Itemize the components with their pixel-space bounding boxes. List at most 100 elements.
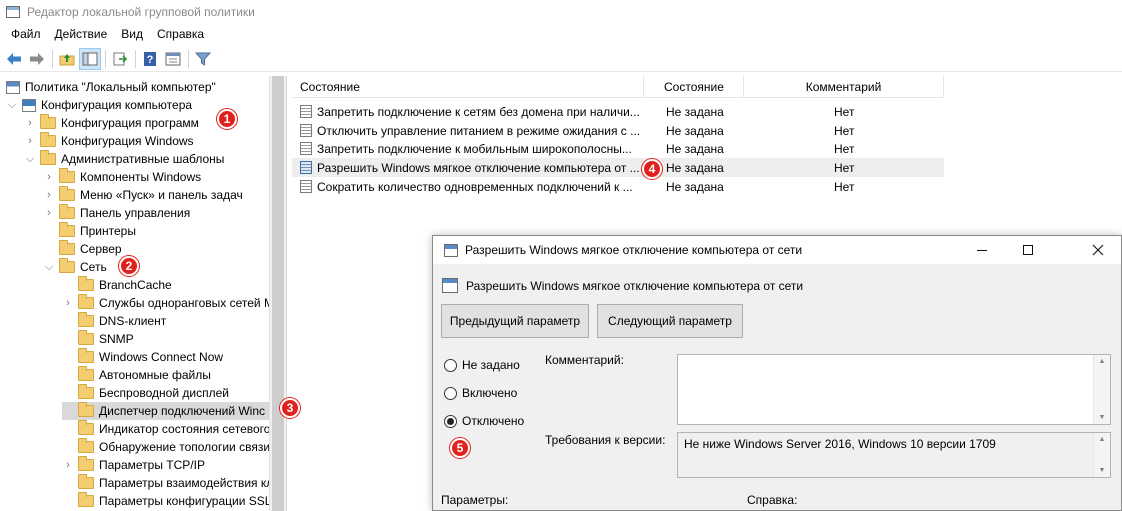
scroll-down-icon[interactable]: ▼: [1099, 414, 1106, 421]
column-header-setting[interactable]: Состояние: [292, 76, 644, 98]
comment-textarea[interactable]: ▲ ▼: [677, 354, 1111, 425]
chevron-right-icon[interactable]: ›: [43, 207, 55, 219]
tree-item-label: Автономные файлы: [99, 368, 211, 382]
requirements-field: Не ниже Windows Server 2016, Windows 10 …: [677, 432, 1111, 478]
filter-icon[interactable]: [192, 48, 214, 70]
scroll-down-icon[interactable]: ▼: [1099, 467, 1106, 474]
tree-item-wireless-display[interactable]: Беспроводной дисплей: [62, 384, 229, 402]
chevron-down-icon[interactable]: ⌵: [43, 261, 55, 273]
tree-item-network-status[interactable]: Индикатор состояния сетевого: [62, 420, 270, 438]
tree-item-connection-manager[interactable]: Диспетчер подключений Winc: [62, 402, 270, 420]
chevron-right-icon[interactable]: ›: [43, 189, 55, 201]
chevron-right-icon[interactable]: ›: [62, 459, 74, 471]
menu-action[interactable]: Действие: [48, 27, 115, 41]
policy-comment: Нет: [834, 104, 855, 119]
tree-item-ssl-config[interactable]: Параметры конфигурации SSL: [62, 492, 271, 510]
folder-icon: [78, 402, 94, 417]
forward-arrow-icon[interactable]: [26, 48, 48, 70]
scroll-up-icon[interactable]: ▲: [1099, 358, 1106, 365]
step-marker-3: 3: [280, 398, 300, 418]
tree-item-label: Службы одноранговых сетей M: [99, 296, 274, 310]
tree-item-label: Сеть: [80, 260, 107, 274]
tree-item-branchcache[interactable]: BranchCache: [62, 276, 172, 294]
chevron-down-icon[interactable]: ⌵: [24, 153, 36, 165]
tree-item-tcpip[interactable]: › Параметры TCP/IP: [62, 456, 205, 474]
tree-item-windows-connect-now[interactable]: Windows Connect Now: [62, 348, 223, 366]
tree-scrollbar[interactable]: [269, 76, 286, 511]
toolbar-separator: [188, 49, 189, 68]
tree-item-label: Компоненты Windows: [80, 170, 202, 184]
menu-file[interactable]: Файл: [4, 27, 48, 41]
radio-button-selected[interactable]: [444, 414, 457, 428]
tree-item-windows-components[interactable]: › Компоненты Windows: [43, 168, 201, 186]
scroll-up-icon[interactable]: ▲: [1099, 436, 1106, 443]
next-setting-button[interactable]: Следующий параметр: [597, 304, 743, 338]
tree-item-label: Сервер: [80, 242, 122, 256]
minimize-icon[interactable]: [959, 236, 1005, 264]
folder-icon: [59, 240, 75, 255]
back-arrow-icon[interactable]: [3, 48, 25, 70]
tree-root[interactable]: Политика "Локальный компьютер": [6, 78, 216, 96]
tree-item-network[interactable]: ⌵ Сеть: [43, 258, 107, 276]
chevron-right-icon[interactable]: ›: [62, 297, 74, 309]
radio-disabled[interactable]: Отключено: [444, 414, 524, 428]
tree-scrollbar-thumb[interactable]: [272, 76, 284, 511]
tree-item-printers[interactable]: Принтеры: [43, 222, 136, 240]
chevron-right-icon[interactable]: ›: [24, 117, 36, 129]
radio-button[interactable]: [444, 386, 457, 400]
show-hide-tree-icon[interactable]: [79, 47, 101, 70]
tree-item-software-config[interactable]: › Конфигурация программ: [24, 114, 199, 132]
comment-scrollbar[interactable]: ▲ ▼: [1093, 355, 1110, 424]
list-row[interactable]: Разрешить Windows мягкое отключение комп…: [292, 158, 944, 177]
help-icon[interactable]: ?: [139, 48, 161, 70]
folder-icon: [78, 276, 94, 291]
policy-setting-icon: [300, 124, 312, 137]
export-list-icon[interactable]: [109, 48, 131, 70]
maximize-icon[interactable]: [1005, 236, 1051, 264]
tree-item-control-panel[interactable]: › Панель управления: [43, 204, 190, 222]
tree-item-offline-files[interactable]: Автономные файлы: [62, 366, 211, 384]
list-row[interactable]: Отключить управление питанием в режиме о…: [292, 121, 944, 140]
folder-icon: [78, 474, 94, 489]
dialog-title-bar: Разрешить Windows мягкое отключение комп…: [433, 236, 1121, 264]
tree-item-server[interactable]: Сервер: [43, 240, 122, 258]
tree-item-label: Индикатор состояния сетевого: [99, 422, 271, 436]
tree-item-admin-templates[interactable]: ⌵ Административные шаблоны: [24, 150, 224, 168]
policy-comment: Нет: [834, 141, 855, 156]
tree-item-label: Административные шаблоны: [61, 152, 225, 166]
radio-enabled[interactable]: Включено: [444, 386, 517, 400]
close-icon[interactable]: [1075, 236, 1121, 264]
tree-item-label: Конфигурация Windows: [61, 134, 194, 148]
up-folder-icon[interactable]: [56, 48, 78, 70]
policy-state: Не задана: [666, 160, 724, 175]
radio-not-configured[interactable]: Не задано: [444, 358, 520, 372]
menu-view[interactable]: Вид: [114, 27, 150, 41]
properties-icon[interactable]: [162, 48, 184, 70]
comment-label: Комментарий:: [545, 353, 624, 367]
policy-state: Не задана: [666, 123, 724, 138]
tree-item-label: DNS-клиент: [99, 314, 167, 328]
list-row[interactable]: Запретить подключение к сетям без домена…: [292, 102, 944, 121]
tree-item-start-menu[interactable]: › Меню «Пуск» и панель задач: [43, 186, 243, 204]
tree-item-windows-config[interactable]: › Конфигурация Windows: [24, 132, 194, 150]
column-header-state[interactable]: Состояние: [644, 76, 744, 98]
tree-item-peer-networking[interactable]: › Службы одноранговых сетей M: [62, 294, 274, 312]
tree-item-label: Параметры конфигурации SSL: [99, 494, 272, 508]
tree-item-interaction-params[interactable]: Параметры взаимодействия кл: [62, 474, 273, 492]
column-header-comment[interactable]: Комментарий: [744, 76, 944, 98]
step-marker-4: 4: [642, 159, 662, 179]
previous-setting-button[interactable]: Предыдущий параметр: [441, 304, 589, 338]
list-row[interactable]: Сократить количество одновременных подкл…: [292, 177, 944, 196]
chevron-right-icon[interactable]: ›: [43, 171, 55, 183]
radio-button[interactable]: [444, 358, 457, 372]
tree-item-snmp[interactable]: SNMP: [62, 330, 134, 348]
chevron-right-icon[interactable]: ›: [24, 135, 36, 147]
requirements-scrollbar[interactable]: ▲ ▼: [1093, 433, 1110, 477]
folder-icon: [78, 294, 94, 309]
tree-item-link-topology[interactable]: Обнаружение топологии связи: [62, 438, 270, 456]
tree-item-computer-config[interactable]: ⌵ Конфигурация компьютера: [6, 96, 192, 114]
list-row[interactable]: Запретить подключение к мобильным широко…: [292, 139, 944, 158]
menu-help[interactable]: Справка: [150, 27, 211, 41]
chevron-down-icon[interactable]: ⌵: [6, 99, 18, 111]
tree-item-dns-client[interactable]: DNS-клиент: [62, 312, 166, 330]
